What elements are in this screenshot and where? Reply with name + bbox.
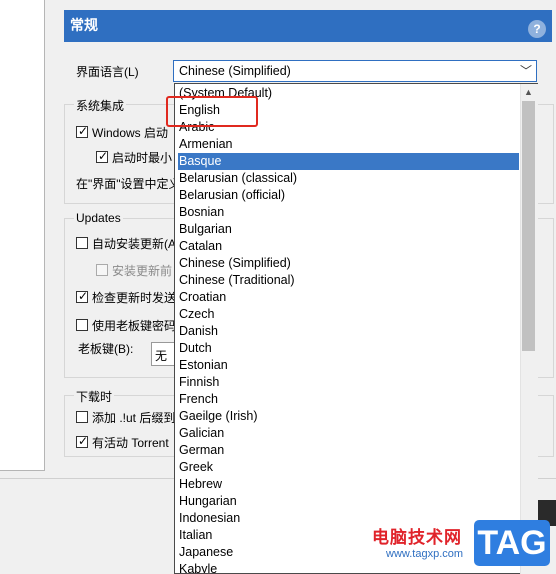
watermark-logo: TAG xyxy=(474,520,550,566)
dropdown-option[interactable]: Bulgarian xyxy=(178,221,519,238)
system-integration-title: 系统集成 xyxy=(74,97,127,114)
section-title: 常规 xyxy=(70,17,98,33)
check-send-label: 检查更新时发送 xyxy=(92,291,177,305)
boss-key-password-checkbox[interactable] xyxy=(76,319,88,331)
dropdown-option[interactable]: Danish xyxy=(178,323,519,340)
interface-settings-text: 在"界面"设置中定义 xyxy=(76,177,181,191)
dropdown-option[interactable]: Basque xyxy=(178,153,519,170)
dropdown-option[interactable]: Bosnian xyxy=(178,204,519,221)
dropdown-option[interactable]: Croatian xyxy=(178,289,519,306)
language-dropdown-list[interactable]: (System Default) English Arabic Armenian Bas… xyxy=(174,83,538,574)
dropdown-option[interactable]: Dutch xyxy=(178,340,519,357)
start-minimized-label: 启动时最小 xyxy=(112,151,173,165)
dropdown-scroll-thumb[interactable] xyxy=(522,101,535,351)
dropdown-option[interactable]: Belarusian (classical) xyxy=(178,170,519,187)
add-suffix-label: 添加 .!ut 后缀到 xyxy=(92,411,176,425)
dropdown-option[interactable]: Kabyle xyxy=(178,561,519,573)
notify-before-label: 安装更新前 xyxy=(112,264,173,278)
dropdown-option[interactable]: Chinese (Traditional) xyxy=(178,272,519,289)
language-select-value: Chinese (Simplified) xyxy=(179,64,291,78)
dropdown-option[interactable]: Czech xyxy=(178,306,519,323)
chevron-down-icon[interactable]: ﹀ xyxy=(520,62,532,79)
dropdown-option[interactable]: Indonesian xyxy=(178,510,519,527)
start-minimized-checkbox[interactable] xyxy=(96,149,108,163)
dropdown-option[interactable]: French xyxy=(178,391,519,408)
notify-before-checkbox[interactable] xyxy=(96,264,108,276)
dropdown-option[interactable]: Italian xyxy=(178,527,519,544)
updates-title: Updates xyxy=(74,211,123,225)
auto-install-checkbox[interactable] xyxy=(76,237,88,249)
dropdown-option[interactable]: Hebrew xyxy=(178,476,519,493)
boss-key-label: 老板键(B): xyxy=(78,342,134,356)
dropdown-option[interactable]: Armenian xyxy=(178,136,519,153)
download-title: 下载时 xyxy=(74,388,115,405)
left-nav-pane xyxy=(0,0,45,471)
dropdown-option[interactable]: Gaeilge (Irish) xyxy=(178,408,519,425)
dropdown-option[interactable]: Hungarian xyxy=(178,493,519,510)
highlight-annotation xyxy=(166,96,258,127)
dropdown-option[interactable]: Estonian xyxy=(178,357,519,374)
dropdown-option[interactable]: Galician xyxy=(178,425,519,442)
help-icon[interactable]: ? xyxy=(528,20,546,38)
dropdown-option[interactable]: Chinese (Simplified) xyxy=(178,255,519,272)
watermark-site: 电脑技术网 xyxy=(372,528,462,547)
dropdown-option[interactable]: Catalan xyxy=(178,238,519,255)
auto-install-label: 自动安装更新(A xyxy=(92,237,177,251)
windows-startup-checkbox[interactable] xyxy=(76,124,88,138)
section-header xyxy=(64,10,552,42)
dropdown-option[interactable]: Belarusian (official) xyxy=(178,187,519,204)
boss-key-password-label: 使用老板键密码 xyxy=(92,319,177,333)
dropdown-option[interactable]: German xyxy=(178,442,519,459)
language-label: 界面语言(L) xyxy=(76,65,139,79)
dropdown-option[interactable]: Finnish xyxy=(178,374,519,391)
dropdown-option[interactable]: Greek xyxy=(178,459,519,476)
watermark-url: www.tagxp.com xyxy=(386,548,464,560)
windows-startup-label: Windows 启动 xyxy=(92,126,169,140)
active-torrent-label: 有活动 Torrent xyxy=(92,436,169,450)
active-torrent-checkbox[interactable] xyxy=(76,434,88,448)
boss-key-value: 无 xyxy=(155,349,168,363)
add-suffix-checkbox[interactable] xyxy=(76,411,88,423)
dropdown-option[interactable]: Japanese xyxy=(178,544,519,561)
check-send-checkbox[interactable] xyxy=(76,289,88,303)
scroll-up-arrow-icon[interactable]: ▲ xyxy=(520,84,537,100)
